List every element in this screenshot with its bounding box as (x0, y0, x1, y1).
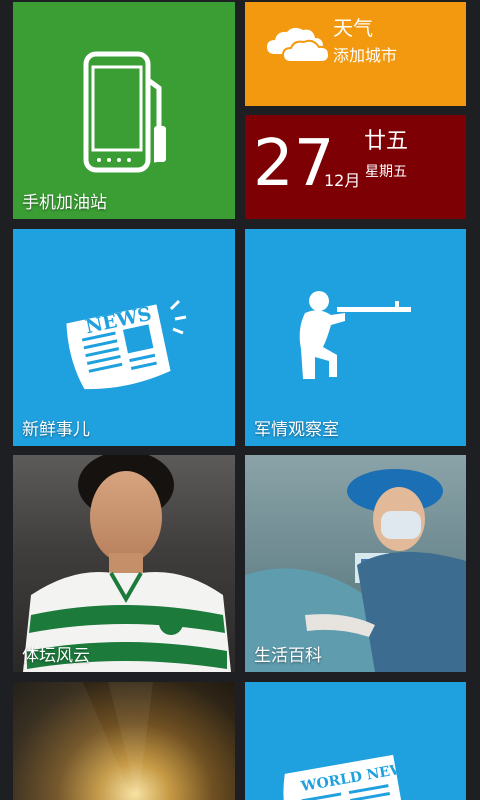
calendar-lunar-date: 廿五 (364, 129, 409, 154)
cloud-icon (267, 27, 331, 63)
life-photo (245, 469, 466, 672)
tile-life[interactable]: 生活百科 (245, 455, 466, 672)
tile-label-gas-station: 手机加油站 (22, 193, 107, 213)
tile-label-life: 生活百科 (254, 646, 322, 666)
soldier-icon (299, 291, 411, 379)
calendar-day: 27 (253, 127, 335, 201)
calendar-month: 12月 (324, 171, 361, 190)
newspaper-icon: NEWS (66, 299, 187, 390)
tile-label-sports: 体坛风云 (22, 646, 90, 666)
tile-label-news: 新鲜事儿 (22, 420, 90, 440)
tile-military[interactable]: 军情观察室 (245, 229, 466, 446)
phone-fuel-icon (83, 51, 166, 173)
tile-calendar[interactable]: 27 廿五 12月 星期五 (245, 115, 466, 219)
weather-add-city: 添加城市 (333, 46, 398, 65)
tile-sports[interactable]: 体坛风云 (13, 455, 235, 672)
tile-weather[interactable]: 天气 添加城市 (245, 2, 466, 106)
space-photo (13, 682, 153, 800)
weather-title: 天气 (333, 16, 373, 40)
tile-world-news[interactable]: WORLD NEWS (245, 682, 466, 800)
tile-label-military: 军情观察室 (254, 420, 339, 440)
sports-photo (23, 455, 231, 672)
world-news-icon: WORLD NEWS (283, 754, 417, 800)
calendar-weekday: 星期五 (365, 164, 407, 180)
tile-phone-gas-station[interactable]: 手机加油站 (13, 2, 235, 219)
tile-space-photo[interactable] (13, 682, 235, 800)
tile-news[interactable]: NEWS 新鲜事儿 (13, 229, 235, 446)
